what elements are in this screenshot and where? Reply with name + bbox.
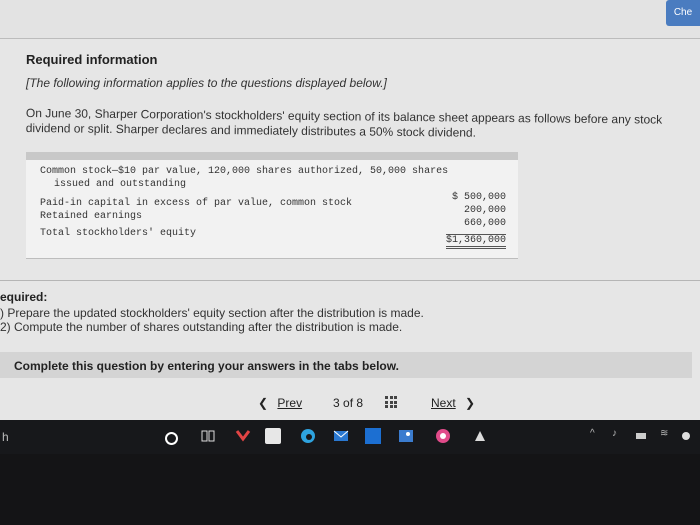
app-white-icon[interactable] [435, 428, 451, 444]
taskbar-left-text: h [2, 430, 9, 444]
monitor-bezel [0, 454, 700, 525]
equity-table: Common stock—$10 par value, 120,000 shar… [26, 152, 518, 259]
page-of: of 8 [343, 396, 364, 410]
page-current: 3 [333, 396, 340, 410]
instruction-bar: Complete this question by entering your … [0, 352, 692, 378]
chevron-up-icon[interactable]: ^ [590, 428, 606, 444]
chevron-right-icon: ❯ [465, 396, 476, 410]
table-row-label: issued and outstanding [54, 179, 187, 190]
app-red-icon[interactable] [235, 428, 251, 444]
top-bar: Che [0, 0, 700, 39]
table-row-label: Paid-in capital in excess of par value, … [40, 198, 353, 209]
info-note: [The following information applies to th… [26, 76, 387, 90]
page-indicator: 3 of 8 [333, 396, 363, 410]
required-heading: equired: [0, 290, 48, 304]
requirement-1: ) Prepare the updated stockholders' equi… [0, 306, 424, 320]
grid-icon[interactable] [385, 396, 397, 408]
requirement-2: 2) Compute the number of shares outstand… [0, 320, 403, 334]
browser-screen: Che Required information [The following … [0, 0, 700, 420]
task-view-icon[interactable] [200, 428, 216, 444]
table-row-label: Common stock—$10 par value, 120,000 shar… [40, 166, 449, 177]
table-row-value: $ 500,000 [451, 192, 506, 203]
prev-label: Prev [277, 396, 303, 410]
table-row-label: Retained earnings [40, 211, 143, 222]
table-row-label: Total stockholders' equity [40, 228, 197, 239]
instruction-text: Complete this question by entering your … [14, 359, 399, 373]
next-label: Next [431, 396, 456, 410]
check-my-work-button[interactable]: Che [666, 0, 700, 26]
app-white-icon[interactable] [472, 428, 488, 444]
table-row-total-value: $1,360,000 [445, 234, 506, 249]
volume-icon[interactable]: ♪ [612, 428, 628, 444]
chevron-left-icon: ❮ [258, 396, 269, 410]
edge-icon[interactable] [300, 428, 316, 444]
section-divider [0, 280, 700, 281]
photos-icon[interactable] [398, 428, 414, 444]
next-button[interactable]: Next ❯ [431, 396, 475, 410]
battery-icon [636, 433, 646, 439]
table-row-value: 660,000 [463, 218, 506, 229]
required-information-heading: Required information [26, 52, 158, 67]
file-icon[interactable] [365, 428, 381, 444]
prev-button[interactable]: ❮ Prev [258, 396, 302, 410]
windows-taskbar: h ^ ♪ ≋ [0, 420, 700, 454]
cortana-circle-icon[interactable] [165, 432, 178, 445]
table-row-value: 200,000 [463, 205, 506, 216]
problem-paragraph: On June 30, Sharper Corporation's stockh… [25, 106, 663, 140]
store-icon[interactable] [265, 428, 281, 444]
mail-icon[interactable] [333, 428, 349, 444]
notification-icon[interactable] [682, 432, 690, 440]
wifi-icon[interactable]: ≋ [660, 428, 676, 444]
